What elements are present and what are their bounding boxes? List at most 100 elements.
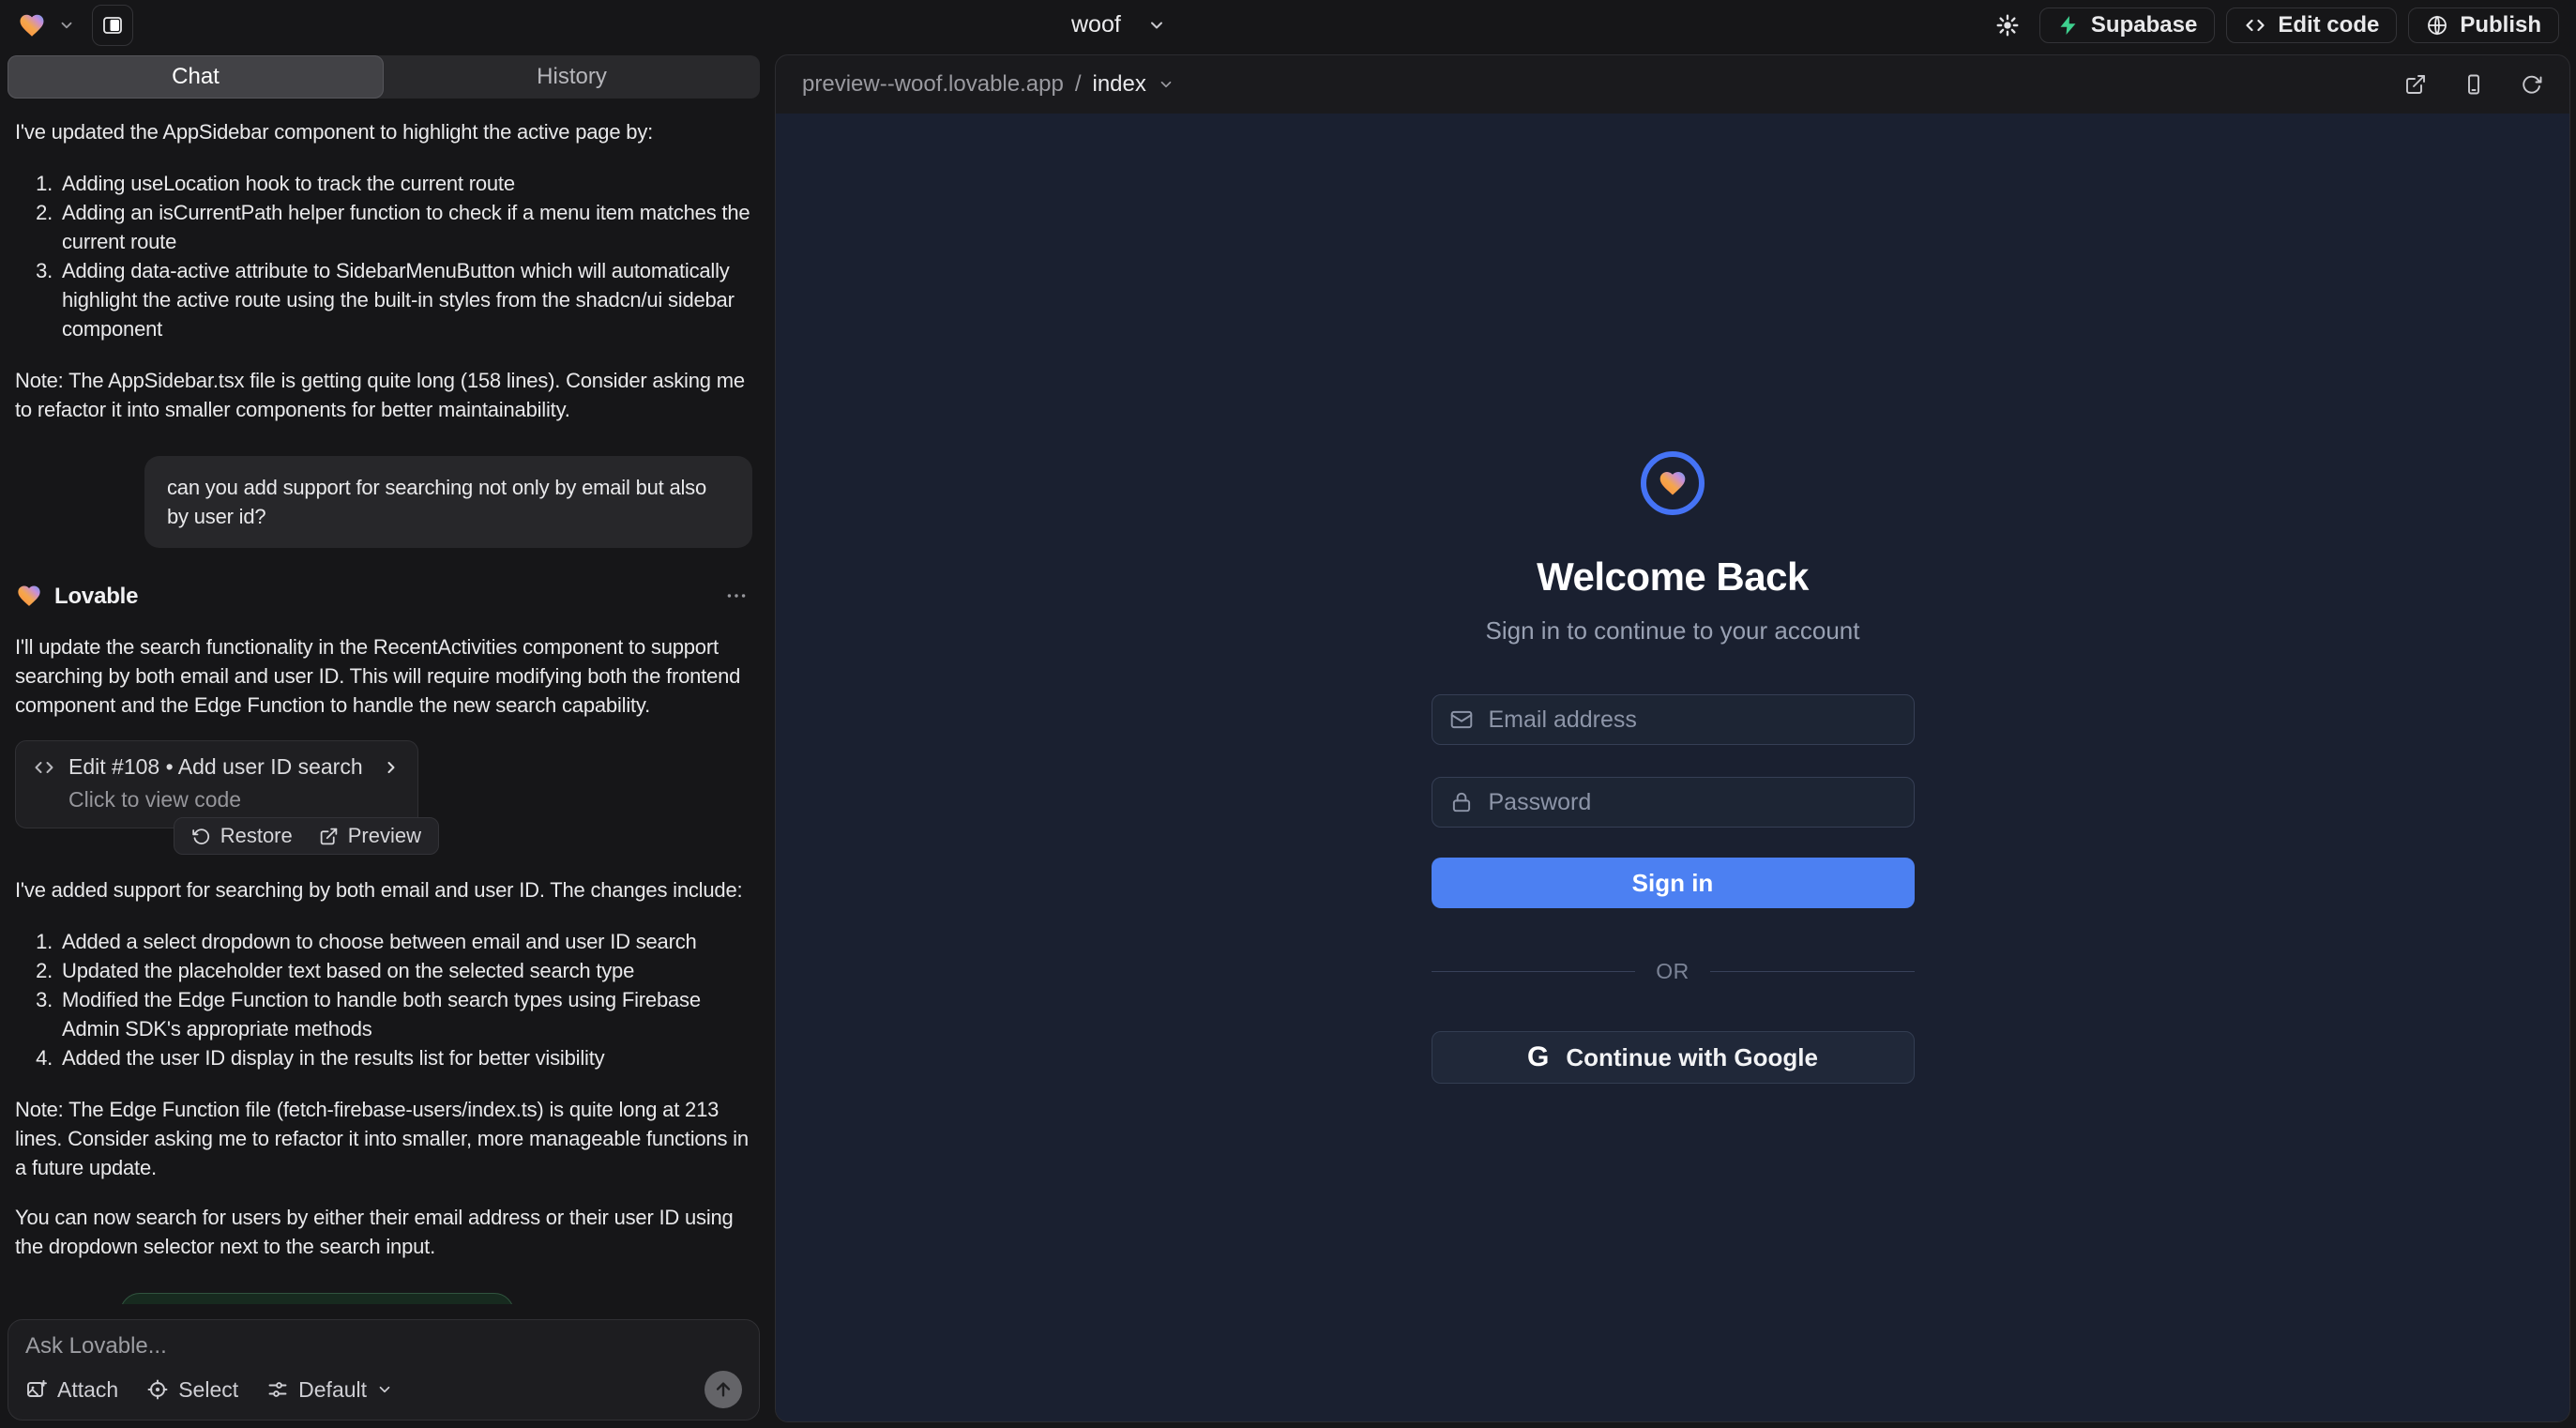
- assistant-message-text: You can now search for users by either t…: [15, 1203, 752, 1261]
- heart-logo-icon: [1657, 468, 1689, 498]
- more-horizontal-icon: [724, 584, 749, 608]
- chevron-right-icon: [382, 758, 401, 777]
- user-message-row: can you add support for searching not on…: [15, 456, 752, 548]
- gear-icon: [1995, 13, 2020, 38]
- google-icon: G: [1527, 1041, 1549, 1073]
- version-actions-bar: Restore Preview: [174, 817, 439, 855]
- arrow-up-icon: [713, 1379, 734, 1400]
- assistant-note-text: Note: The Edge Function file (fetch-fire…: [15, 1095, 752, 1182]
- assistant-header: Lovable: [15, 580, 752, 612]
- rotate-cw-icon: [2521, 73, 2543, 96]
- preview-label: Preview: [348, 824, 421, 848]
- sign-in-button[interactable]: Sign in: [1432, 858, 1915, 908]
- supabase-label: Supabase: [2091, 12, 2197, 38]
- edit-code-button[interactable]: Edit code: [2226, 8, 2397, 43]
- preview-panel: preview--woof.lovable.app / index We: [775, 54, 2570, 1422]
- assistant-note-text: Note: The AppSidebar.tsx file is getting…: [15, 366, 752, 424]
- settings-button[interactable]: [1987, 7, 2028, 44]
- restored-version-badge[interactable]: #107 Highlight Active Page in Sidebar: [120, 1293, 514, 1304]
- send-button[interactable]: [705, 1371, 742, 1408]
- lovable-logo-menu-button[interactable]: [17, 11, 75, 39]
- select-label: Select: [178, 1377, 238, 1403]
- chat-history-tabs: Chat History: [8, 55, 760, 99]
- assistant-message-list: Adding useLocation hook to track the cur…: [15, 169, 752, 343]
- assistant-message-text: I've added support for searching by both…: [15, 875, 752, 904]
- version-id: #107: [140, 1300, 186, 1304]
- list-item: Added the user ID display in the results…: [58, 1043, 752, 1072]
- version-title: Highlight Active Page in Sidebar: [201, 1300, 494, 1304]
- chat-input[interactable]: [25, 1333, 742, 1360]
- or-divider: OR: [1432, 959, 1915, 984]
- list-item: Added a select dropdown to choose betwee…: [58, 927, 752, 956]
- sliders-icon: [266, 1378, 289, 1401]
- chat-panel: Chat History I've updated the AppSidebar…: [0, 50, 767, 1428]
- preview-toolbar: preview--woof.lovable.app / index: [776, 55, 2569, 114]
- restore-label: Restore: [220, 824, 293, 848]
- assistant-message-text: I've updated the AppSidebar component to…: [15, 117, 752, 146]
- refresh-button[interactable]: [2521, 73, 2543, 96]
- preview-url-page: index: [1092, 71, 1145, 98]
- list-item: Adding useLocation hook to track the cur…: [58, 169, 752, 198]
- divider-line: [1432, 971, 1636, 972]
- supabase-icon: [2057, 13, 2080, 38]
- code-icon: [2244, 14, 2266, 37]
- list-item: Adding data-active attribute to SidebarM…: [58, 256, 752, 343]
- crosshair-icon: [146, 1378, 169, 1401]
- rotate-ccw-icon: [191, 827, 211, 846]
- google-label: Continue with Google: [1566, 1043, 1818, 1072]
- tab-history[interactable]: History: [384, 55, 760, 99]
- continue-with-google-button[interactable]: G Continue with Google: [1432, 1031, 1915, 1084]
- password-input[interactable]: [1489, 789, 1897, 816]
- globe-icon: [2426, 14, 2448, 37]
- code-icon: [33, 756, 55, 779]
- panel-left-icon: [101, 14, 124, 37]
- device-preview-button[interactable]: [2462, 73, 2485, 96]
- external-link-icon: [319, 827, 339, 846]
- divider-line: [1710, 971, 1915, 972]
- lovable-heart-icon: [15, 583, 43, 609]
- composer-toolbar: Attach Select Default: [25, 1371, 742, 1408]
- mode-selector-button[interactable]: Default: [266, 1377, 393, 1403]
- chevron-down-icon: [1158, 76, 1174, 93]
- edit-version-card[interactable]: Edit #108 • Add user ID search supp... C…: [15, 740, 418, 828]
- restored-row: Restored #107 Highlight Active Page in S…: [15, 1293, 752, 1304]
- project-menu-button[interactable]: woof: [1071, 0, 1166, 50]
- chat-composer: Attach Select Default: [8, 1319, 760, 1420]
- preview-version-button[interactable]: Preview: [319, 824, 421, 848]
- edit-card-subtitle: Click to view code: [68, 787, 401, 813]
- chevron-down-icon: [58, 17, 75, 34]
- divider-label: OR: [1656, 959, 1690, 984]
- supabase-button[interactable]: Supabase: [2039, 8, 2215, 43]
- publish-button[interactable]: Publish: [2408, 8, 2559, 43]
- lock-icon: [1449, 790, 1474, 814]
- auth-subtitle: Sign in to continue to your account: [1486, 616, 1860, 646]
- chat-message-list[interactable]: I've updated the AppSidebar component to…: [8, 99, 760, 1304]
- toggle-sidebar-button[interactable]: [92, 5, 133, 46]
- user-message-bubble: can you add support for searching not on…: [144, 456, 752, 548]
- edit-card-title: Edit #108 • Add user ID search supp...: [68, 754, 369, 780]
- topbar-right: Supabase Edit code Publish: [1987, 7, 2559, 44]
- assistant-message-text: I'll update the search functionality in …: [15, 632, 752, 720]
- lovable-heart-icon: [17, 11, 47, 39]
- envelope-icon: [1449, 707, 1474, 732]
- restore-button[interactable]: Restore: [191, 824, 293, 848]
- preview-viewport: Welcome Back Sign in to continue to your…: [776, 114, 2569, 1421]
- smartphone-icon: [2462, 73, 2485, 96]
- auth-title: Welcome Back: [1537, 554, 1809, 600]
- preview-url-selector[interactable]: preview--woof.lovable.app / index: [802, 71, 1174, 98]
- message-options-button[interactable]: [720, 580, 752, 612]
- assistant-name: Lovable: [54, 582, 138, 611]
- email-input[interactable]: [1489, 706, 1897, 734]
- external-link-icon: [2404, 73, 2427, 96]
- list-item: Updated the placeholder text based on th…: [58, 956, 752, 985]
- edit-card-wrap: Edit #108 • Add user ID search supp... C…: [15, 740, 439, 855]
- topbar-left: [17, 5, 133, 46]
- attach-button[interactable]: Attach: [25, 1377, 118, 1403]
- tab-chat[interactable]: Chat: [8, 55, 384, 99]
- list-item: Modified the Edge Function to handle bot…: [58, 985, 752, 1043]
- open-in-new-tab-button[interactable]: [2404, 73, 2427, 96]
- select-element-button[interactable]: Select: [146, 1377, 238, 1403]
- preview-toolbar-actions: [2404, 73, 2543, 96]
- project-name: woof: [1071, 11, 1121, 38]
- assistant-message-list: Added a select dropdown to choose betwee…: [15, 927, 752, 1072]
